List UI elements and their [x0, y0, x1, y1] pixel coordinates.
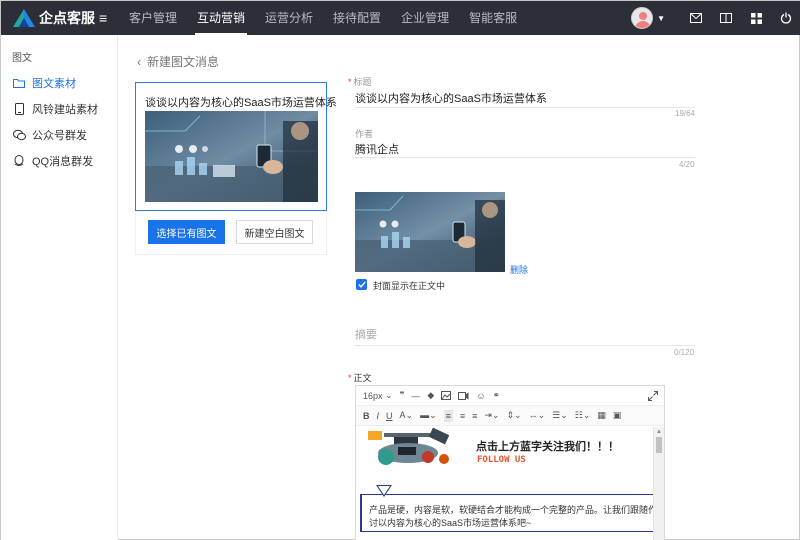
- align-center-icon[interactable]: ≡: [460, 411, 465, 421]
- intro-text-box: 产品是硬，内容是软，软硬结合才能构成一个完整的产品。让我们跟随作者 讨以内容为核…: [360, 485, 664, 532]
- wechat-icon: [12, 128, 26, 142]
- top-nav: 客户管理 互动营销 运营分析 接待配置 企业管理 智能客服: [119, 1, 527, 35]
- editor-content[interactable]: 点击上方蓝字关注我们！！！ FOLLOW US 产品是硬，内容是软，软硬结合才能…: [356, 427, 664, 540]
- ordered-list-icon[interactable]: ☰⌄: [552, 410, 568, 421]
- nav-smart-service[interactable]: 智能客服: [459, 1, 527, 35]
- editor-toolbar-format: B I U A⌄ ▬⌄ ≡ ≡ ≡ ⇥⌄ ⇕⌄ ↔⌄ ☰⌄ ☷⌄ ▦ ▣: [356, 406, 664, 426]
- indent-icon[interactable]: ⇥⌄: [484, 410, 499, 421]
- body-label: * 正文: [348, 373, 372, 383]
- top-right-tools: ▼: [631, 1, 800, 35]
- font-color-icon[interactable]: A⌄: [400, 410, 414, 421]
- nav-reception-config[interactable]: 接待配置: [323, 1, 391, 35]
- title-char-count: 19/64: [675, 109, 696, 118]
- chevron-left-icon: ‹: [137, 54, 141, 69]
- video-icon[interactable]: [458, 391, 469, 400]
- show-cover-label: 封面显示在正文中: [373, 281, 446, 291]
- clear-format-icon[interactable]: ▣: [613, 410, 622, 421]
- sidebar-item-label: 图文素材: [32, 78, 76, 90]
- chevron-down-icon[interactable]: ▼: [657, 14, 665, 23]
- avatar[interactable]: [631, 7, 654, 29]
- qq-icon: [12, 154, 26, 168]
- folder-icon: [12, 76, 26, 90]
- author-underline: [355, 157, 695, 158]
- editor-scrollbar[interactable]: ▲: [653, 427, 664, 540]
- align-right-icon[interactable]: ≡: [472, 411, 477, 421]
- emoji-icon[interactable]: ☺: [476, 391, 485, 401]
- scroll-up-icon[interactable]: ▲: [656, 429, 662, 435]
- title-label: * 标题: [348, 77, 372, 87]
- align-left-icon[interactable]: ≡: [443, 409, 453, 422]
- app-name: 企点客服: [39, 10, 95, 26]
- divider-icon[interactable]: —: [411, 391, 420, 401]
- app-logo[interactable]: 企点客服 ≡: [1, 8, 119, 28]
- promo-follow: FOLLOW US: [477, 455, 526, 465]
- sidebar-item-wechat-broadcast[interactable]: 公众号群发: [1, 122, 117, 148]
- top-bar: 企点客服 ≡ 客户管理 互动营销 运营分析 接待配置 企业管理 智能客服 ▼: [1, 1, 800, 35]
- sidebar-item-label: QQ消息群发: [32, 156, 94, 168]
- cover-image[interactable]: [355, 192, 505, 272]
- sidebar-item-article-material[interactable]: 图文素材: [1, 70, 117, 96]
- scroll-thumb[interactable]: [656, 437, 662, 453]
- link-icon[interactable]: ⚭: [493, 390, 501, 401]
- nav-interactive-marketing[interactable]: 互动营销: [187, 1, 255, 35]
- title-underline: [355, 107, 695, 108]
- mail-icon[interactable]: [681, 1, 711, 35]
- unordered-list-icon[interactable]: ☷⌄: [575, 410, 591, 421]
- author-input[interactable]: 腾讯企点: [355, 141, 399, 157]
- article-card[interactable]: 谈谈以内容为核心的SaaS市场运营体系: [135, 82, 337, 211]
- sidebar-item-qq-broadcast[interactable]: QQ消息群发: [1, 148, 117, 174]
- summary-char-count: 0/120: [674, 348, 695, 357]
- title-input[interactable]: 谈谈以内容为核心的SaaS市场运营体系: [355, 90, 547, 106]
- italic-icon[interactable]: I: [377, 411, 380, 421]
- spacing-icon[interactable]: ↔⌄: [529, 410, 546, 421]
- intro-paragraph: 产品是硬，内容是软，软硬结合才能构成一个完整的产品。让我们跟随作者 讨以内容为核…: [369, 505, 665, 528]
- author-char-count: 4/20: [679, 160, 695, 169]
- back-link[interactable]: ‹ 新建图文消息: [137, 53, 219, 70]
- select-existing-article-button[interactable]: 选择已有图文: [148, 220, 225, 244]
- grid-icon[interactable]: [741, 1, 771, 35]
- line-height-icon[interactable]: ⇕⌄: [507, 410, 522, 421]
- required-mark: *: [348, 77, 352, 87]
- mobile-icon: [12, 102, 26, 116]
- fullscreen-icon[interactable]: [648, 390, 658, 404]
- sidebar-item-label: 公众号群发: [32, 130, 87, 142]
- sidebar-item-label: 风铃建站素材: [32, 104, 98, 116]
- menu-icon[interactable]: ≡: [99, 10, 107, 26]
- article-cover-image: [145, 111, 318, 202]
- promo-illustration: [364, 427, 464, 474]
- new-blank-article-button[interactable]: 新建空白图文: [236, 220, 313, 244]
- nav-operation-analysis[interactable]: 运营分析: [255, 1, 323, 35]
- nav-customer-management[interactable]: 客户管理: [119, 1, 187, 35]
- image-icon[interactable]: [441, 391, 452, 400]
- check-icon: [357, 281, 366, 288]
- page-title: 新建图文消息: [147, 55, 220, 69]
- required-mark: *: [348, 373, 352, 383]
- promo-title: 点击上方蓝字关注我们！！！: [476, 441, 619, 453]
- bold-icon[interactable]: B: [363, 411, 370, 421]
- logout-icon[interactable]: [771, 1, 800, 35]
- editor-toolbar-top: 16px ⌄ ❞ — ◆ ☺ ⚭: [356, 386, 664, 406]
- nav-enterprise-management[interactable]: 企业管理: [391, 1, 459, 35]
- table-icon[interactable]: ▦: [597, 410, 606, 421]
- underline-icon[interactable]: U: [386, 411, 393, 421]
- article-card-title: 谈谈以内容为核心的SaaS市场运营体系: [145, 97, 337, 109]
- bg-color-icon[interactable]: ▬⌄: [420, 410, 437, 421]
- font-size-select[interactable]: 16px ⌄: [363, 390, 393, 401]
- delete-cover-link[interactable]: 删除: [510, 263, 528, 276]
- author-label: 作者: [355, 129, 374, 139]
- logo-icon: [13, 9, 35, 27]
- rich-text-editor: 16px ⌄ ❞ — ◆ ☺ ⚭ B I U A⌄ ▬⌄ ≡ ≡ ≡ ⇥⌄ ⇕⌄…: [355, 385, 665, 540]
- book-icon[interactable]: [711, 1, 741, 35]
- sidebar: 图文 图文素材 风铃建站素材 公众号群发 QQ消息群发: [1, 35, 118, 540]
- show-cover-checkbox[interactable]: [356, 279, 367, 290]
- sidebar-section-title: 图文: [12, 53, 32, 64]
- summary-input[interactable]: 摘要: [355, 326, 377, 342]
- sidebar-item-fengling-material[interactable]: 风铃建站素材: [1, 96, 117, 122]
- quote-icon[interactable]: ❞: [400, 390, 405, 401]
- eraser-icon[interactable]: ◆: [427, 390, 434, 401]
- summary-underline: [355, 345, 695, 346]
